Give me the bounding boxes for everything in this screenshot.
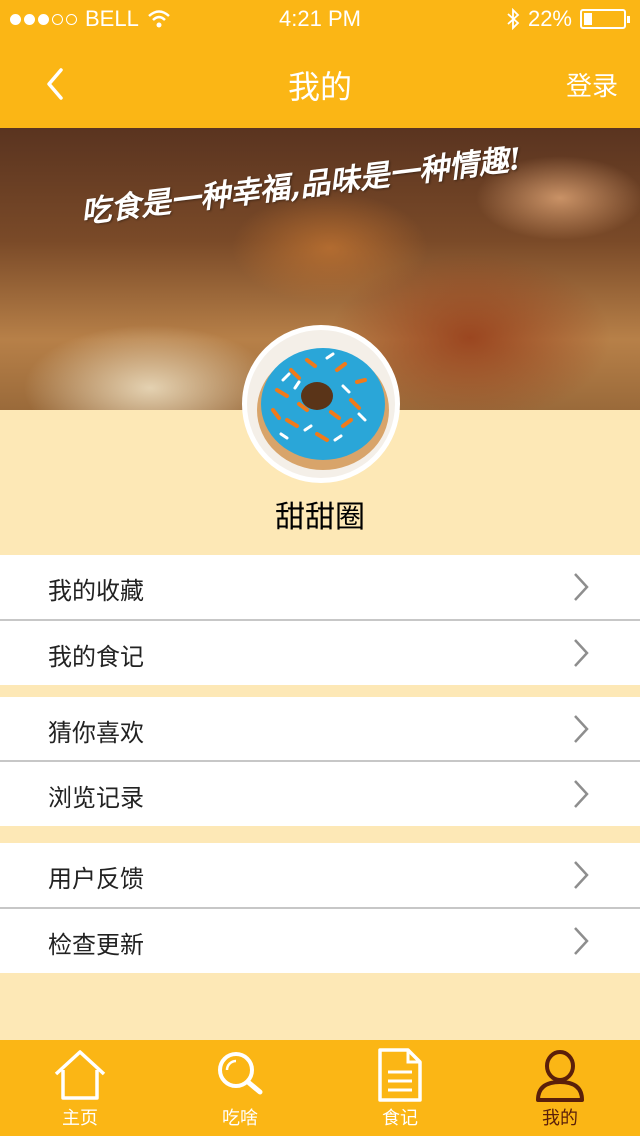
chevron-right-icon — [574, 780, 589, 808]
nav-bar: 我的 登录 — [0, 40, 640, 128]
chevron-right-icon — [574, 639, 589, 667]
menu-item-check-update[interactable]: 检查更新 — [0, 909, 640, 973]
home-icon — [54, 1050, 106, 1100]
menu-item-label: 我的食记 — [48, 643, 144, 671]
tab-bar: 主页 吃啥 食记 我的 — [0, 1040, 640, 1136]
person-icon — [536, 1050, 584, 1102]
bluetooth-icon — [507, 8, 520, 30]
chevron-right-icon — [574, 715, 589, 743]
menu-item-label: 猜你喜欢 — [48, 719, 144, 747]
donut-image — [247, 330, 395, 478]
login-button[interactable]: 登录 — [566, 66, 618, 103]
tab-label: 我的 — [542, 1108, 578, 1129]
tab-home[interactable]: 主页 — [0, 1040, 160, 1136]
menu-item-label: 我的收藏 — [48, 577, 144, 605]
battery-level — [584, 13, 592, 25]
battery-icon — [580, 9, 630, 29]
menu-item-recommendations[interactable]: 猜你喜欢 — [0, 697, 640, 761]
tab-discover[interactable]: 吃啥 — [160, 1040, 320, 1136]
menu-item-food-diary[interactable]: 我的食记 — [0, 621, 640, 685]
menu-item-feedback[interactable]: 用户反馈 — [0, 843, 640, 907]
chevron-right-icon — [574, 573, 589, 601]
username: 甜甜圈 — [275, 500, 365, 535]
chevron-right-icon — [574, 861, 589, 889]
banner-slogan: 吃食是一种幸福,品味是一种情趣! — [78, 141, 524, 231]
status-bar: BELL 4:21 PM 22% — [0, 0, 640, 40]
menu-item-history[interactable]: 浏览记录 — [0, 762, 640, 826]
tab-me[interactable]: 我的 — [480, 1040, 640, 1136]
battery-percent: 22% — [527, 6, 572, 31]
search-icon — [218, 1052, 263, 1095]
menu-item-label: 浏览记录 — [48, 784, 144, 812]
tab-label: 食记 — [382, 1108, 418, 1129]
menu-item-favorites[interactable]: 我的收藏 — [0, 555, 640, 619]
tab-label: 主页 — [62, 1108, 98, 1129]
menu-item-label: 用户反馈 — [48, 865, 144, 893]
chevron-right-icon — [574, 927, 589, 955]
tab-label: 吃啥 — [222, 1108, 258, 1129]
document-icon — [378, 1048, 422, 1102]
page-title: 我的 — [287, 68, 352, 106]
menu-item-label: 检查更新 — [48, 931, 144, 959]
tab-food-diary[interactable]: 食记 — [320, 1040, 480, 1136]
status-right: 22% — [506, 6, 630, 32]
avatar[interactable] — [242, 325, 400, 483]
